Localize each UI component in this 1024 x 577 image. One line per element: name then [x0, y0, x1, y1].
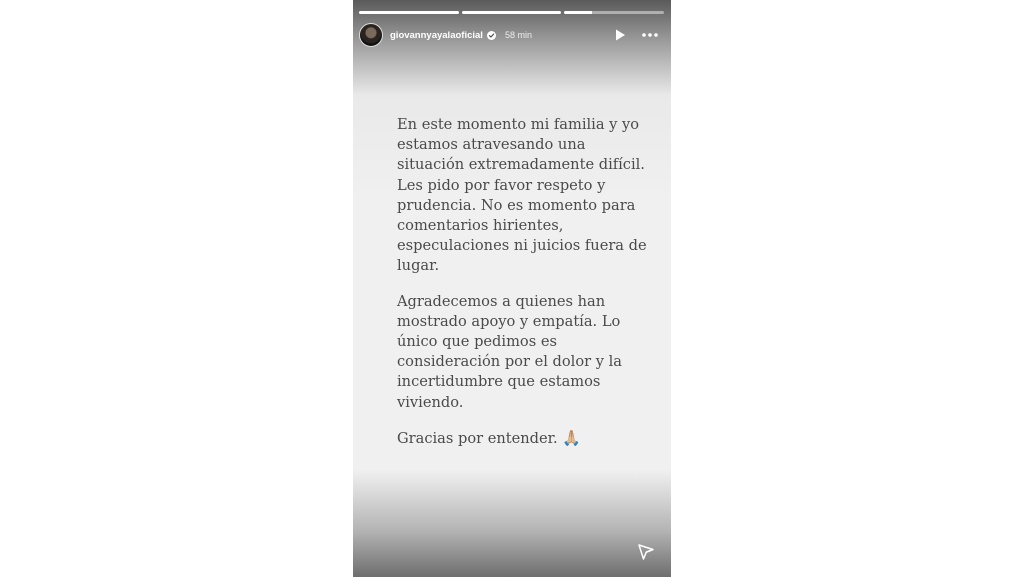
play-icon[interactable] [613, 28, 627, 42]
progress-segment [461, 11, 562, 14]
progress-fill [564, 11, 593, 14]
more-options-icon[interactable] [641, 28, 659, 42]
story-message: En este momento mi familia y yo estamos … [397, 115, 647, 464]
story-header: giovannyayalaoficial 58 min [359, 22, 659, 48]
avatar[interactable] [359, 23, 383, 47]
progress-fill [359, 11, 459, 14]
username[interactable]: giovannyayalaoficial [390, 30, 483, 41]
verified-badge-icon [486, 30, 496, 40]
message-paragraph: Agradecemos a quienes han mostrado apoyo… [397, 292, 622, 411]
post-time: 58 min [504, 30, 532, 40]
progress-fill [461, 11, 562, 14]
send-icon[interactable] [637, 543, 655, 561]
progress-segment [564, 11, 665, 14]
message-paragraph: En este momento mi familia y yo estamos … [397, 116, 647, 275]
story-viewer[interactable]: giovannyayalaoficial 58 min En este mome… [353, 0, 671, 577]
progress-segment [359, 11, 459, 14]
closing-text: Gracias por entender. [397, 429, 558, 447]
message-closing: Gracias por entender. 🙏🏼 [397, 428, 647, 449]
praying-hands-emoji: 🙏🏼 [562, 428, 582, 447]
story-progress-bar [359, 11, 665, 14]
